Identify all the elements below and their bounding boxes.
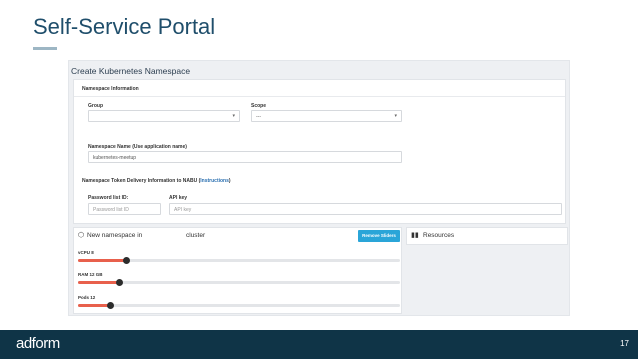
chevron-down-icon: ▾ — [394, 113, 397, 119]
namespace-name-value: kubernetes-meetup — [93, 155, 137, 161]
password-id-input[interactable]: Password list ID — [88, 203, 161, 215]
remove-sliders-button[interactable]: Remove Sliders — [358, 230, 400, 242]
portal-screenshot: Create Kubernetes Namespace Namespace In… — [68, 60, 570, 316]
slider-track[interactable] — [78, 302, 400, 309]
api-key-input[interactable]: API key — [169, 203, 562, 215]
page-heading: Create Kubernetes Namespace — [71, 66, 191, 76]
slider-fill — [78, 304, 111, 307]
adform-logo: adform — [16, 335, 60, 352]
group-label: Group — [88, 103, 103, 109]
scope-select[interactable]: --- ▾ — [251, 110, 402, 122]
group-select[interactable]: ▾ — [88, 110, 240, 122]
slider-track[interactable] — [78, 257, 400, 264]
slider-thumb[interactable] — [106, 302, 114, 309]
bar-chart-icon: ▮▮ — [411, 232, 419, 239]
scope-label: Scope — [251, 103, 267, 109]
password-id-placeholder: Password list ID — [93, 207, 129, 213]
slider-fill — [78, 281, 120, 284]
slider-track[interactable] — [78, 279, 400, 286]
new-namespace-title: New namespace in — [87, 232, 143, 239]
cube-icon: ⬡ — [78, 232, 85, 239]
token-delivery-label: Namespace Token Delivery Information to … — [82, 178, 231, 184]
api-key-placeholder: API key — [174, 207, 192, 213]
divider — [74, 96, 565, 97]
slider-thumb[interactable] — [122, 257, 130, 264]
namespace-name-label: Namespace Name (Use application name) — [88, 144, 187, 150]
token-label-text: Namespace Token Delivery Information to … — [82, 178, 198, 184]
slider-thumb[interactable] — [116, 279, 124, 286]
slider-label: Pods 12 — [78, 295, 96, 300]
slider-label: vCPU 8 — [78, 250, 94, 255]
resources-header: ▮▮ Resources — [406, 227, 568, 245]
slide-title: Self-Service Portal — [33, 14, 216, 39]
chevron-down-icon: ▾ — [232, 113, 235, 119]
namespace-info-card: Namespace Information Group ▾ Scope --- … — [73, 79, 566, 224]
instructions-link[interactable]: Instructions — [200, 178, 229, 184]
section-title: Namespace Information — [82, 86, 139, 92]
resources-title: Resources — [423, 232, 455, 239]
cluster-word: cluster — [186, 232, 206, 239]
resources-panel: ▮▮ Resources — [406, 227, 568, 314]
footer-bar: adform 17 — [0, 330, 638, 359]
page-number: 17 — [620, 339, 629, 348]
title-underline — [33, 47, 57, 50]
namespace-name-input[interactable]: kubernetes-meetup — [88, 151, 402, 163]
password-id-label: Password list ID: — [88, 195, 129, 201]
resources-body — [406, 245, 568, 314]
token-paren-close: ) — [228, 178, 231, 184]
slider-fill — [78, 259, 127, 262]
api-key-label: API key — [169, 195, 188, 201]
slider-label: RAM 12 GB — [78, 272, 103, 277]
scope-value: --- — [256, 114, 261, 120]
new-namespace-panel: ⬡ New namespace in cluster Remove Slider… — [73, 227, 402, 314]
